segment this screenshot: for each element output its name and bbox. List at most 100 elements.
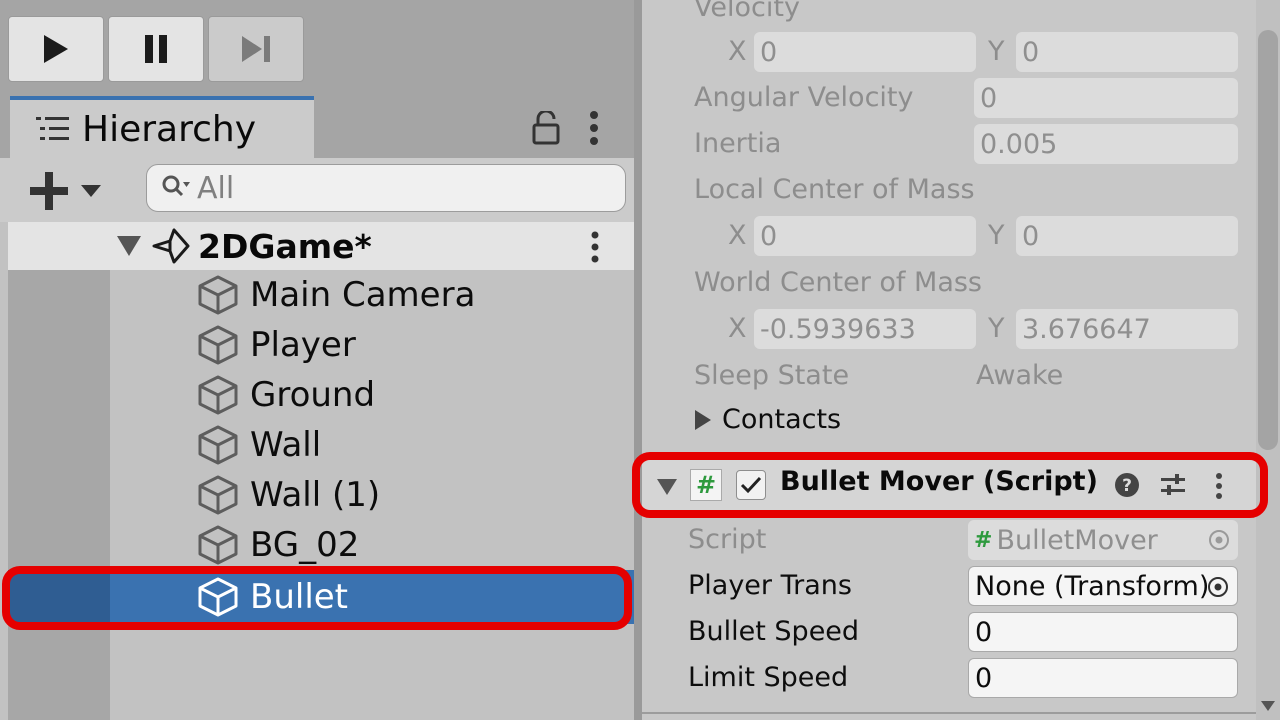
hierarchy-item-bullet[interactable]: Bullet <box>196 572 348 622</box>
hierarchy-item-label: BG_02 <box>250 525 360 565</box>
local-com-x-label: X <box>728 220 747 251</box>
svg-text:?: ? <box>1122 476 1132 496</box>
lock-icon <box>532 111 560 145</box>
script-label: Script <box>688 524 767 555</box>
local-com-y-label: Y <box>988 220 1005 251</box>
hierarchy-item-label: Wall (1) <box>250 475 381 515</box>
pause-icon <box>145 35 167 63</box>
local-com-x-field[interactable]: 0 <box>754 216 976 256</box>
foldout-right-icon <box>695 409 711 430</box>
play-icon <box>44 35 68 63</box>
create-button[interactable] <box>28 170 102 212</box>
hierarchy-item-label: Wall <box>250 425 322 465</box>
selected-row-indent <box>8 570 110 624</box>
local-com-y-field[interactable]: 0 <box>1016 216 1238 256</box>
search-input[interactable] <box>197 170 597 206</box>
world-com-y-field[interactable]: 3.676647 <box>1016 309 1238 349</box>
gameobject-icon <box>198 325 238 365</box>
sleep-state-label: Sleep State <box>694 360 850 391</box>
left-panel: Hierarchy 2DGame* <box>0 0 634 720</box>
scene-row[interactable]: 2DGame* <box>8 222 634 270</box>
hierarchy-item-main-camera[interactable]: Main Camera <box>196 270 475 320</box>
gameobject-icon <box>198 475 238 515</box>
kebab-icon <box>590 111 598 145</box>
inertia-field[interactable]: 0.005 <box>974 124 1238 164</box>
angular-velocity-field[interactable]: 0 <box>974 78 1238 118</box>
panel-divider[interactable] <box>634 0 642 720</box>
player-trans-label: Player Trans <box>688 570 852 601</box>
hierarchy-menu-button[interactable] <box>578 106 610 150</box>
hierarchy-item-label: Ground <box>250 375 376 415</box>
velocity-x-label: X <box>728 36 747 67</box>
hierarchy-item-label: Player <box>250 325 356 365</box>
component-bottom-divider <box>642 712 1262 714</box>
plus-icon <box>30 172 68 210</box>
limit-speed-field[interactable]: 0 <box>968 658 1238 698</box>
tree-indent-column <box>8 270 110 720</box>
sleep-state-value: Awake <box>976 360 1064 391</box>
world-com-y-label: Y <box>988 313 1005 344</box>
search-field[interactable] <box>146 164 626 212</box>
component-enabled-checkbox[interactable] <box>736 470 766 500</box>
velocity-label: Velocity <box>694 0 800 23</box>
hierarchy-item-bg-02[interactable]: BG_02 <box>196 520 359 570</box>
component-menu-icon[interactable] <box>1214 472 1224 500</box>
gameobject-icon <box>198 375 238 415</box>
object-picker-icon[interactable] <box>1208 529 1230 551</box>
foldout-arrow-icon[interactable] <box>656 478 678 496</box>
gameobject-icon <box>198 425 238 465</box>
step-icon <box>242 36 270 62</box>
tab-label: Hierarchy <box>82 108 257 150</box>
hierarchy-item-wall[interactable]: Wall <box>196 420 321 470</box>
inspector-panel: Velocity X 0 Y 0 Angular Velocity 0 Iner… <box>642 0 1280 720</box>
velocity-y-label: Y <box>988 36 1005 67</box>
contacts-foldout[interactable]: Contacts <box>694 404 841 435</box>
checkmark-icon <box>740 476 762 494</box>
world-com-x-label: X <box>728 313 747 344</box>
gameobject-icon <box>198 275 238 315</box>
hierarchy-item-player[interactable]: Player <box>196 320 356 370</box>
hierarchy-tabstrip: Hierarchy <box>0 96 634 158</box>
world-com-x-field[interactable]: -0.5939633 <box>754 309 976 349</box>
hierarchy-item-label: Main Camera <box>250 275 476 315</box>
hierarchy-item-label: Bullet <box>250 577 349 617</box>
tab-hierarchy[interactable]: Hierarchy <box>10 96 314 158</box>
preset-sliders-icon[interactable] <box>1160 472 1186 498</box>
lock-button[interactable] <box>526 106 566 150</box>
bullet-speed-label: Bullet Speed <box>688 616 860 647</box>
player-trans-value: None (Transform) <box>975 570 1210 602</box>
inertia-label: Inertia <box>694 128 782 159</box>
search-icon <box>162 175 190 197</box>
help-icon[interactable]: ? <box>1114 472 1140 498</box>
step-button[interactable] <box>208 16 304 82</box>
script-field[interactable]: # BulletMover <box>968 520 1238 560</box>
object-picker-icon[interactable] <box>1207 576 1229 598</box>
velocity-x-field[interactable]: 0 <box>754 32 976 72</box>
chevron-down-icon <box>81 185 101 197</box>
script-value: BulletMover <box>996 524 1158 556</box>
scrollbar-thumb[interactable] <box>1258 30 1278 450</box>
world-com-label: World Center of Mass <box>694 267 982 298</box>
limit-speed-label: Limit Speed <box>688 662 849 693</box>
scene-menu-icon[interactable] <box>590 230 600 264</box>
player-trans-field[interactable]: None (Transform) <box>968 566 1238 606</box>
hierarchy-item-ground[interactable]: Ground <box>196 370 375 420</box>
angular-velocity-label: Angular Velocity <box>694 82 914 113</box>
velocity-y-field[interactable]: 0 <box>1016 32 1238 72</box>
unity-scene-icon <box>152 228 190 264</box>
play-button[interactable] <box>8 16 104 82</box>
local-com-label: Local Center of Mass <box>694 174 975 205</box>
contacts-label: Contacts <box>722 404 842 435</box>
gameobject-icon <box>198 577 238 617</box>
component-title: Bullet Mover (Script) <box>780 466 1098 497</box>
hierarchy-item-wall-1[interactable]: Wall (1) <box>196 470 380 520</box>
scroll-down-arrow-icon[interactable] <box>1260 700 1276 712</box>
script-hash-icon: # <box>690 469 722 501</box>
gameobject-icon <box>198 525 238 565</box>
list-icon <box>36 117 69 140</box>
play-toolbar <box>0 0 634 96</box>
bullet-speed-field[interactable]: 0 <box>968 612 1238 652</box>
pause-button[interactable] <box>108 16 204 82</box>
script-small-hash-icon: # <box>974 527 993 553</box>
foldout-arrow-icon[interactable] <box>116 235 142 257</box>
